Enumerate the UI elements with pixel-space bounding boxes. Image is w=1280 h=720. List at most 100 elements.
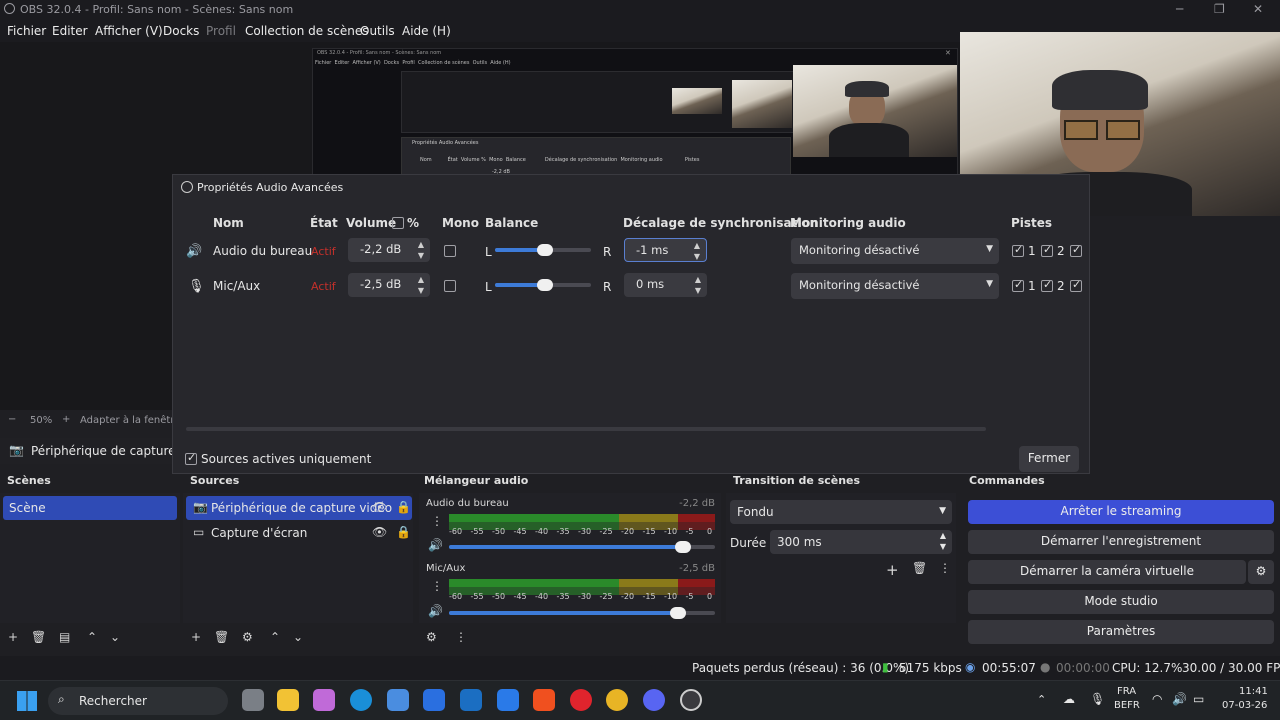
track-checkbox[interactable] bbox=[1012, 278, 1024, 292]
volume-percent-checkbox[interactable] bbox=[392, 217, 404, 229]
menu-dots-icon[interactable]: ⋮ bbox=[455, 630, 467, 644]
monitoring-select[interactable]: Monitoring désactivé ▼ bbox=[791, 238, 999, 264]
virtual-camera-settings-button[interactable]: ⚙ bbox=[1248, 560, 1274, 584]
trash-icon[interactable]: 🗑 bbox=[214, 630, 229, 644]
spin-up-icon[interactable]: ▲ bbox=[940, 531, 946, 540]
cloud-icon[interactable]: ☁ bbox=[1063, 692, 1075, 706]
brave-icon[interactable] bbox=[533, 689, 555, 711]
volume-icon[interactable]: 🔊 bbox=[1172, 692, 1187, 706]
chrome-icon[interactable] bbox=[606, 689, 628, 711]
menu-dots-icon[interactable]: ⋮ bbox=[431, 579, 443, 593]
active-only-checkbox[interactable] bbox=[185, 451, 197, 465]
volume-spinbox[interactable]: -2,2 dB ▲ ▼ bbox=[348, 238, 430, 262]
add-icon[interactable]: + bbox=[191, 630, 201, 644]
maximize-icon[interactable]: ❐ bbox=[1214, 2, 1225, 16]
language-bottom[interactable]: BEFR bbox=[1114, 700, 1140, 711]
mono-checkbox[interactable] bbox=[444, 245, 456, 257]
todo-icon[interactable] bbox=[497, 689, 519, 711]
language-top[interactable]: FRA bbox=[1117, 686, 1136, 697]
balance-slider[interactable] bbox=[495, 279, 591, 291]
menu-aide[interactable]: Aide (H) bbox=[402, 24, 451, 38]
mono-checkbox[interactable] bbox=[444, 280, 456, 292]
task-view-icon[interactable] bbox=[242, 689, 264, 711]
menu-fichier[interactable]: Fichier bbox=[7, 24, 46, 38]
spin-up-icon[interactable]: ▲ bbox=[418, 240, 424, 249]
search-box[interactable]: ⌕ Rechercher bbox=[48, 687, 228, 715]
sync-spinbox[interactable]: 0 ms ▲ ▼ bbox=[624, 273, 707, 297]
clock-date[interactable]: 07-03-26 bbox=[1222, 700, 1267, 711]
start-recording-button[interactable]: Démarrer l'enregistrement bbox=[968, 530, 1274, 554]
menu-afficher[interactable]: Afficher (V) bbox=[95, 24, 163, 38]
down-icon[interactable]: ⌄ bbox=[110, 630, 120, 644]
opera-icon[interactable] bbox=[570, 689, 592, 711]
fit-window-button[interactable]: Adapter à la fenêtre bbox=[80, 415, 180, 426]
spin-up-icon[interactable]: ▲ bbox=[694, 241, 700, 250]
duration-spinbox[interactable]: 300 ms ▲ ▼ bbox=[770, 530, 952, 554]
filter-icon[interactable]: ▤ bbox=[59, 630, 70, 644]
volume-spinbox[interactable]: -2,5 dB ▲ ▼ bbox=[348, 273, 430, 297]
battery-icon[interactable]: ▭ bbox=[1193, 692, 1204, 706]
balance-slider[interactable] bbox=[495, 244, 591, 256]
source-item[interactable]: 📷 Périphérique de capture vidéo 👁 🔒 bbox=[186, 496, 412, 520]
spin-down-icon[interactable]: ▼ bbox=[940, 542, 946, 551]
tray-chevron-icon[interactable]: ⌃ bbox=[1037, 693, 1046, 706]
menu-dots-icon[interactable]: ⋮ bbox=[939, 561, 951, 575]
up-icon[interactable]: ⌃ bbox=[270, 630, 280, 644]
minimize-icon[interactable]: ─ bbox=[1176, 2, 1183, 16]
gear-icon[interactable]: ⚙ bbox=[242, 630, 253, 644]
menu-editer[interactable]: Editer bbox=[52, 24, 88, 38]
gear-icon[interactable]: ⚙ bbox=[426, 630, 437, 644]
spin-up-icon[interactable]: ▲ bbox=[418, 275, 424, 284]
down-icon[interactable]: ⌄ bbox=[293, 630, 303, 644]
speaker-icon[interactable]: 🔊 bbox=[428, 604, 443, 618]
speaker-icon[interactable]: 🔊 bbox=[428, 538, 443, 552]
stop-streaming-button[interactable]: Arrêter le streaming bbox=[968, 500, 1274, 524]
copilot-icon[interactable] bbox=[313, 689, 335, 711]
add-icon[interactable]: + bbox=[8, 630, 18, 644]
eye-icon[interactable]: 👁 bbox=[372, 525, 387, 539]
lock-icon[interactable]: 🔒 bbox=[396, 525, 411, 539]
menu-dots-icon[interactable]: ⋮ bbox=[431, 514, 443, 528]
close-button[interactable]: Fermer bbox=[1019, 446, 1079, 472]
volume-slider[interactable] bbox=[449, 607, 715, 619]
menu-collection[interactable]: Collection de scènes bbox=[245, 24, 368, 38]
scene-item[interactable]: Scène bbox=[3, 496, 177, 520]
track-checkbox[interactable] bbox=[1041, 278, 1053, 292]
store-icon[interactable] bbox=[387, 689, 409, 711]
spin-down-icon[interactable]: ▼ bbox=[694, 252, 700, 261]
menu-profil[interactable]: Profil bbox=[206, 24, 236, 38]
track-checkbox[interactable] bbox=[1041, 243, 1053, 257]
eye-icon[interactable]: 👁 bbox=[372, 500, 387, 514]
menu-docks[interactable]: Docks bbox=[163, 24, 199, 38]
zoom-out-button[interactable]: − bbox=[8, 414, 16, 425]
edge-icon[interactable] bbox=[350, 689, 372, 711]
spin-down-icon[interactable]: ▼ bbox=[695, 286, 701, 295]
menu-outils[interactable]: Outils bbox=[360, 24, 395, 38]
studio-mode-button[interactable]: Mode studio bbox=[968, 590, 1274, 614]
track-checkbox[interactable] bbox=[1012, 243, 1024, 257]
microphone-icon[interactable]: 🎙 bbox=[1090, 692, 1105, 706]
track-checkbox[interactable] bbox=[1070, 243, 1082, 257]
clock-time[interactable]: 11:41 bbox=[1239, 686, 1268, 697]
start-virtual-camera-button[interactable]: Démarrer la caméra virtuelle bbox=[968, 560, 1246, 584]
windows-start-icon[interactable] bbox=[17, 691, 37, 711]
spin-down-icon[interactable]: ▼ bbox=[418, 286, 424, 295]
file-explorer-icon[interactable] bbox=[277, 689, 299, 711]
volume-slider[interactable] bbox=[449, 541, 715, 553]
obs-icon[interactable] bbox=[680, 689, 702, 711]
up-icon[interactable]: ⌃ bbox=[87, 630, 97, 644]
spin-down-icon[interactable]: ▼ bbox=[418, 251, 424, 260]
sync-spinbox[interactable]: -1 ms ▲ ▼ bbox=[624, 238, 707, 262]
track-checkbox[interactable] bbox=[1070, 278, 1082, 292]
source-item[interactable]: ▭ Capture d'écran 👁 🔒 bbox=[186, 521, 412, 545]
zoom-in-button[interactable]: + bbox=[62, 414, 70, 425]
trash-icon[interactable]: 🗑 bbox=[31, 630, 46, 644]
add-icon[interactable]: + bbox=[886, 561, 899, 579]
spin-up-icon[interactable]: ▲ bbox=[695, 275, 701, 284]
outlook-icon[interactable] bbox=[460, 689, 482, 711]
close-icon[interactable]: ✕ bbox=[1253, 2, 1263, 16]
wifi-icon[interactable]: ◠ bbox=[1152, 692, 1162, 706]
transition-select[interactable]: Fondu ▼ bbox=[730, 500, 952, 524]
discord-icon[interactable] bbox=[643, 689, 665, 711]
horizontal-scrollbar[interactable] bbox=[186, 427, 986, 431]
